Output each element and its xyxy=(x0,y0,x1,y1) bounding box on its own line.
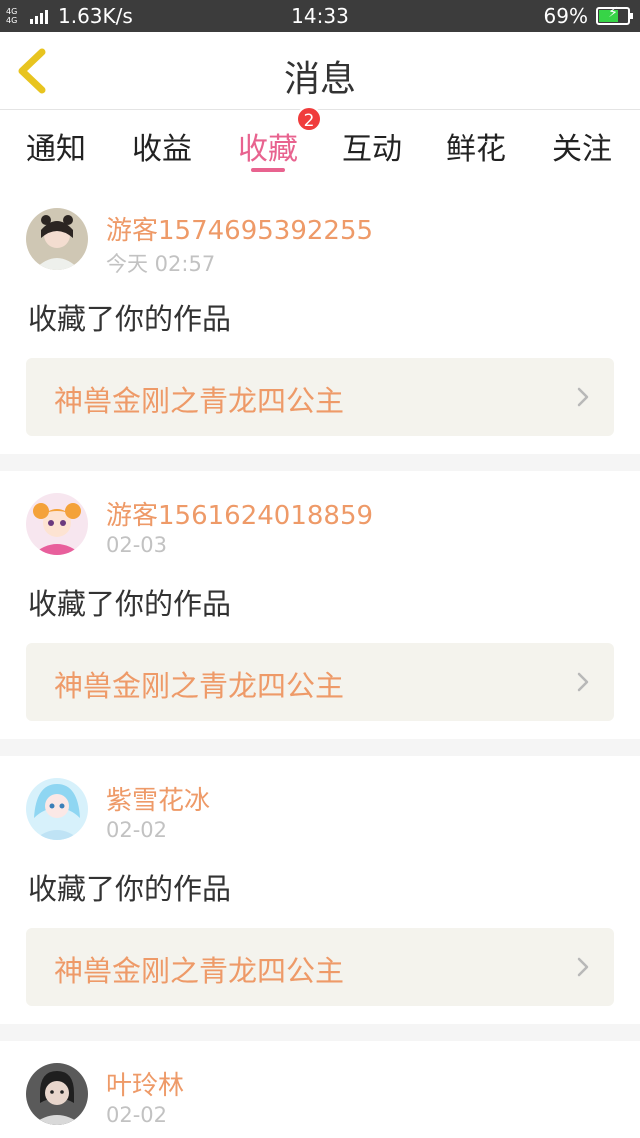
tab-earnings[interactable]: 收益 xyxy=(110,124,214,168)
action-text: 收藏了你的作品 xyxy=(28,302,232,336)
battery-percent: 69% xyxy=(543,4,588,28)
avatar[interactable] xyxy=(26,208,88,270)
avatar[interactable] xyxy=(26,778,88,840)
work-title: 神兽金刚之青龙四公主 xyxy=(54,669,345,703)
action-text: 收藏了你的作品 xyxy=(28,872,232,906)
username[interactable]: 叶玲林 xyxy=(106,1065,184,1102)
work-title: 神兽金刚之青龙四公主 xyxy=(54,954,345,988)
active-tab-indicator xyxy=(251,168,285,172)
work-title: 神兽金刚之青龙四公主 xyxy=(54,384,345,418)
status-bar: 4G 4G 1.63K/s 14:33 69% ⚡ xyxy=(0,0,640,32)
timestamp: 02-03 xyxy=(106,533,168,557)
work-link[interactable]: 神兽金刚之青龙四公主 xyxy=(26,358,614,436)
avatar[interactable] xyxy=(26,1063,88,1125)
username[interactable]: 游客1561624018859 xyxy=(106,495,373,532)
chevron-right-icon xyxy=(577,387,589,407)
message-card: 叶玲林 02-02 xyxy=(0,1041,640,1138)
work-link[interactable]: 神兽金刚之青龙四公主 xyxy=(26,643,614,721)
battery-icon: ⚡ xyxy=(596,5,633,25)
tab-flowers[interactable]: 鲜花 xyxy=(424,124,528,168)
timestamp: 今天 02:57 xyxy=(106,252,216,276)
chevron-right-icon xyxy=(577,957,589,977)
chevron-right-icon xyxy=(577,672,589,692)
username[interactable]: 游客1574695392255 xyxy=(106,210,373,247)
timestamp: 02-02 xyxy=(106,818,168,842)
tab-notifications[interactable]: 通知 xyxy=(4,124,108,168)
message-card: 游客1561624018859 02-03 收藏了你的作品 神兽金刚之青龙四公主 xyxy=(0,471,640,739)
page-title: 消息 xyxy=(283,59,356,100)
avatar[interactable] xyxy=(26,493,88,555)
message-card: 紫雪花冰 02-02 收藏了你的作品 神兽金刚之青龙四公主 xyxy=(0,756,640,1024)
timestamp: 02-02 xyxy=(106,1103,168,1127)
tab-follows[interactable]: 关注 xyxy=(530,124,634,168)
status-right: 69% ⚡ xyxy=(543,4,633,28)
charging-icon: ⚡ xyxy=(608,5,618,21)
favorites-count-badge: 2 xyxy=(296,106,322,132)
nav-bar: 消息 xyxy=(0,32,640,110)
tab-interactions[interactable]: 互动 xyxy=(320,124,424,168)
message-card: 游客1574695392255 今天 02:57 收藏了你的作品 神兽金刚之青龙… xyxy=(0,186,640,454)
work-link[interactable]: 神兽金刚之青龙四公主 xyxy=(26,928,614,1006)
username[interactable]: 紫雪花冰 xyxy=(106,780,210,817)
action-text: 收藏了你的作品 xyxy=(28,587,232,621)
